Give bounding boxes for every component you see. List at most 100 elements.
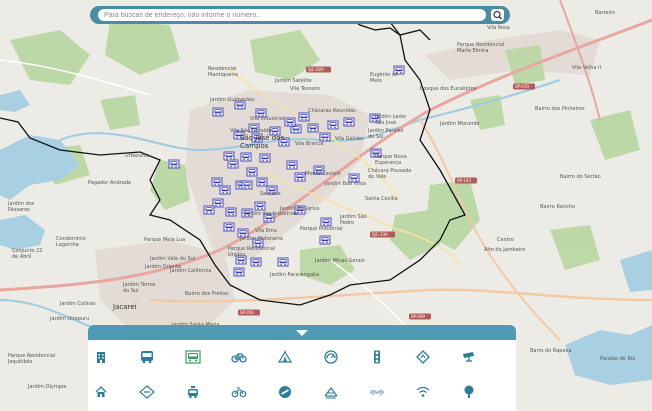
map-label: Chácaras Reunidas	[308, 107, 356, 114]
map-label: Vila Tesouro	[290, 86, 320, 92]
panel-toggle[interactable]	[88, 325, 516, 340]
category-cctv[interactable]	[460, 349, 478, 365]
road-label: SP-099	[411, 314, 425, 319]
map-label: Lagoinha	[56, 242, 79, 248]
bus-stop-marker[interactable]	[319, 235, 331, 245]
search-icon	[493, 10, 502, 20]
map-label: de Abril	[12, 254, 31, 260]
map-label: Santana	[260, 191, 281, 197]
bus-stop-marker[interactable]	[203, 205, 215, 215]
category-signboard[interactable]	[322, 384, 340, 400]
bus-stop-marker[interactable]	[223, 151, 235, 161]
bus-stop-marker[interactable]	[298, 112, 310, 122]
map-label: Jardim Pararangaba	[269, 272, 319, 278]
bus-stop-marker[interactable]	[277, 257, 289, 267]
search-input[interactable]	[98, 9, 486, 21]
map-label: Bosque dos Eucaliptos	[420, 86, 477, 92]
tent-icon	[277, 350, 293, 363]
category-trees[interactable]	[460, 384, 478, 400]
map-label: Bairro Rancho	[540, 204, 575, 210]
bus-stop-marker[interactable]	[259, 153, 271, 163]
map-label: Jequitibás	[7, 358, 33, 365]
map-label: Centro	[497, 237, 514, 243]
map-label: Paraíso do Rio	[600, 355, 635, 362]
diamond-sign-icon	[416, 350, 430, 364]
category-bus[interactable]	[138, 349, 156, 365]
map-label: Jardim Paraíso	[367, 127, 404, 134]
map-label: Parque Industrial	[300, 226, 342, 232]
bus-stop-marker[interactable]	[212, 198, 224, 208]
map-label: Esperança	[375, 160, 401, 166]
bus-stop-marker[interactable]	[246, 167, 258, 177]
warning-diamond-icon	[139, 385, 155, 399]
search-button[interactable]	[491, 9, 504, 21]
map-label: Jacareí	[112, 303, 138, 311]
map-label: Barro do Rapeva	[530, 348, 572, 354]
category-bus-stop[interactable]	[184, 349, 202, 365]
map-label: Maria Elmira	[457, 48, 488, 54]
map-label: Jardim Boa Vista	[324, 181, 366, 187]
bus-stop-marker[interactable]	[250, 257, 262, 267]
traffic-light-icon	[374, 350, 380, 364]
bus-stop-marker[interactable]	[168, 159, 180, 169]
category-camping[interactable]	[276, 349, 294, 365]
bus-stop-marker[interactable]	[225, 207, 237, 217]
category-housing[interactable]	[92, 384, 110, 400]
bus-stop-marker[interactable]	[320, 217, 332, 227]
map-label: Jardim Minas Gerais	[314, 258, 365, 264]
category-bike-share[interactable]	[230, 384, 248, 400]
bus-stop-marker[interactable]	[227, 159, 239, 169]
map-label: Vila Rosa	[487, 25, 510, 31]
bus-stop-marker[interactable]	[240, 152, 252, 162]
category-panel	[88, 325, 516, 411]
map-label: Bairro do Sertão	[560, 174, 601, 180]
bus-stop-marker[interactable]	[286, 160, 298, 170]
map-label: Santa Cecília	[365, 195, 398, 202]
road-shield: SJC-139	[370, 231, 395, 238]
map-label: Barreiro	[595, 10, 615, 16]
map-label: São José	[375, 119, 396, 126]
bus-stop-marker[interactable]	[294, 172, 306, 182]
road-shield: SJC-020	[306, 66, 331, 73]
bus-stop-marker[interactable]	[319, 132, 331, 142]
bike-share-icon	[231, 387, 247, 398]
bus-stop-marker[interactable]	[343, 117, 355, 127]
map-label: Jardim Guimarães	[209, 97, 255, 103]
bus-stop-marker[interactable]	[233, 267, 245, 277]
category-bridge[interactable]	[368, 384, 386, 400]
map-label: Jardim Vale do Sol	[149, 256, 195, 262]
bus-stop-marker[interactable]	[211, 177, 223, 187]
map-label: Melo	[370, 78, 382, 84]
category-bicycle[interactable]	[230, 349, 248, 365]
category-wifi[interactable]	[414, 384, 432, 400]
category-speed-camera[interactable]	[322, 349, 340, 365]
map-label: do Vale	[368, 174, 386, 180]
bus-stop-marker[interactable]	[241, 180, 253, 190]
category-buildings[interactable]	[92, 349, 110, 365]
bus-stop-marker[interactable]	[307, 123, 319, 133]
no-entry-icon	[279, 386, 291, 398]
bus-stop-marker[interactable]	[284, 117, 296, 127]
map-label: Monte Castelo	[305, 171, 341, 177]
map-label: Pássaros	[8, 206, 30, 213]
speed-camera-icon	[324, 350, 338, 364]
category-warning[interactable]	[138, 384, 156, 400]
map-label: Parque Meia Lua	[144, 237, 185, 243]
road-label: SP-050	[240, 310, 254, 315]
category-taxi[interactable]	[184, 384, 202, 400]
category-no-entry[interactable]	[276, 384, 294, 400]
map-label: Jardim Satélite	[274, 77, 312, 84]
bus-stop-marker[interactable]	[219, 185, 231, 195]
map-label: Pagador Andrade	[88, 180, 131, 186]
taxi-icon	[188, 386, 198, 399]
bus-stop-marker[interactable]	[223, 222, 235, 232]
bridge-icon	[369, 389, 385, 396]
category-road-sign[interactable]	[414, 349, 432, 365]
bus-stop-marker[interactable]	[256, 177, 268, 187]
road-label: SP-070	[515, 84, 529, 89]
bus-stop-marker[interactable]	[254, 201, 266, 211]
bus-stop-marker[interactable]	[212, 107, 224, 117]
map-label: Chácara Pousada	[368, 167, 411, 174]
category-traffic-light[interactable]	[368, 349, 386, 365]
bus-stop-marker[interactable]	[327, 120, 339, 130]
